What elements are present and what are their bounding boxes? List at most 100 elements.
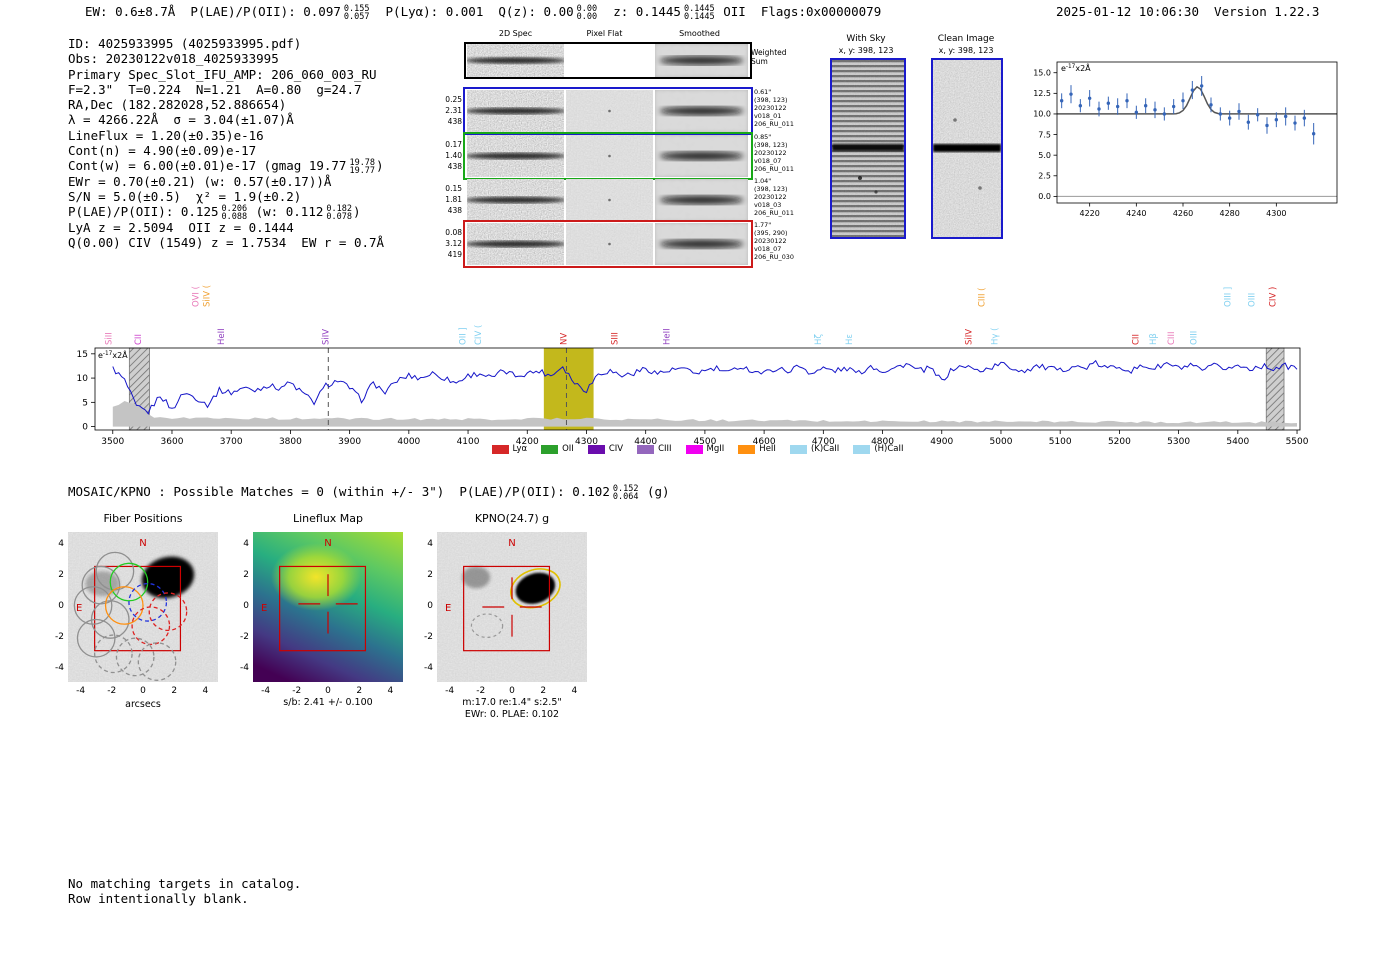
emission-line-label: CII — [1131, 334, 1141, 345]
emission-line-label: Hζ — [814, 334, 824, 345]
with-sky-image — [830, 58, 906, 239]
faint-source-blob — [85, 571, 120, 597]
header-stats: EW: 0.6±8.7Å P(LAE)/P(OII): 0.097 0.155 0.… — [85, 4, 881, 21]
text-segment: LineFlux = 1.20(±0.35)e-16 — [68, 127, 264, 143]
x-tick-label: -4 — [261, 686, 271, 696]
smoothed-2d-image — [655, 179, 748, 221]
text-segment: Cont(w) = 6.00(±0.01)e-17 (gmag 19.77 — [68, 158, 347, 174]
emission-line-label: SiIV — [321, 329, 331, 345]
text-segment: ID: 4025933995 (4025933995.pdf) — [68, 36, 302, 51]
legend-label: (H)CaII — [874, 444, 904, 454]
full-spectrum-plot: 3500 3600 3700 3800 3900 4000 4100 4200 4300 4400… — [77, 285, 1309, 447]
info-line: EWr = 0.70(±0.21) (w: 0.57(±0.17))Å — [68, 174, 384, 189]
y-tick-label: -2 — [55, 632, 64, 643]
info-line: F=2.3" T=0.224 N=1.21 A=0.80 g=24.7 — [68, 82, 384, 97]
cutout-strip — [566, 90, 653, 136]
y-tick-label: 2 — [243, 569, 249, 580]
fiber-positions-panel: NE — [68, 532, 218, 682]
emission-line-label: CIV ( — [474, 325, 484, 345]
lineflux-map-panel: NE — [253, 532, 403, 682]
x-tick-label: -2 — [107, 686, 117, 696]
compass-east-label: E — [445, 603, 451, 614]
info-line: λ = 4266.22Å σ = 3.04(±1.07)Å — [68, 112, 384, 127]
smoothed-2d-image — [655, 135, 748, 177]
emission-line-label: SiII — [105, 332, 115, 345]
info-line: Cont(w) = 6.00(±0.01)e-17 (gmag 19.77 19.… — [68, 158, 384, 177]
cutout-strip — [465, 44, 566, 81]
text-segment: Primary Spec_Slot_IFU_AMP: 206_060_003_R… — [68, 66, 377, 82]
text-segment: EW: 0.6±8.7Å P(LAE)/P(OII): 0.097 — [85, 4, 341, 19]
spectrum-legend: Lyα OII CIV CIII MgII HeII (K)CaII (H)CaII — [95, 444, 1300, 454]
legend-swatch — [491, 444, 509, 454]
info-line: ID: 4025933995 (4025933995.pdf) — [68, 36, 384, 51]
info-line: LineFlux = 1.20(±0.35)e-16 — [68, 128, 384, 143]
legend-swatch — [853, 444, 871, 454]
cutout-strip — [465, 90, 566, 136]
emission-line-label: OIII ] — [1224, 287, 1234, 307]
info-line: RA,Dec (182.282028,52.886654) — [68, 97, 384, 112]
legend-label: Lyα — [512, 444, 528, 454]
info-line: S/N = 5.0(±0.5) χ² = 1.9(±0.2) — [68, 189, 384, 204]
legend-swatch — [685, 444, 703, 454]
stacked-value: 0.152 0.064 — [612, 483, 639, 502]
legend-item: (H)CaII — [853, 444, 904, 454]
x-tick-label: -4 — [445, 686, 455, 696]
cutout-strip — [566, 135, 653, 181]
smoothed-2d-image — [655, 223, 748, 265]
legend-item: MgII — [685, 444, 725, 454]
weighted-sum-flat — [566, 44, 653, 77]
y-tick-label: 0 — [243, 601, 249, 611]
panel-xlabel: arcsecs — [125, 699, 161, 710]
emission-line-label: HeII — [217, 328, 227, 345]
panel-caption: m:17.0 re:1.4" s:2.5" — [462, 697, 562, 708]
compass-north-label: N — [139, 538, 146, 549]
text-segment: (w: 0.112 — [248, 204, 324, 220]
cutout-row-meta: 1.77" (395, 290) 20230122 v018_07 206_RU_030 — [754, 221, 794, 261]
col-header-smoothed: Smoothed — [679, 29, 720, 38]
text-segment: λ = 4266.22Å σ = 3.04(±1.07)Å — [68, 112, 294, 128]
cutout-strip — [655, 90, 748, 136]
x-tick-label: -2 — [476, 686, 486, 696]
info-line: Q(0.00) CIV (1549) z = 1.7534 EW r = 0.7… — [68, 235, 384, 250]
compass-east-label: E — [76, 603, 82, 614]
target-crosshair — [298, 574, 358, 634]
svg-text:0: 0 — [82, 423, 88, 433]
svg-text:4220: 4220 — [1079, 209, 1099, 218]
legend-label: MgII — [706, 444, 725, 454]
svg-text:15.0: 15.0 — [1033, 68, 1051, 77]
emission-line-label: SiIV — [964, 329, 974, 345]
svg-text:4260: 4260 — [1173, 209, 1193, 218]
legend-swatch — [541, 444, 559, 454]
col-header-2dspec: 2D Spec — [498, 29, 533, 38]
x-tick-label: 2 — [540, 686, 547, 696]
kpno-panel: NE — [437, 532, 587, 682]
text-segment: RA,Dec (182.282028,52.886654) — [68, 97, 287, 113]
pixel-flat-image — [566, 90, 653, 132]
panel-title: Fiber Positions — [103, 512, 183, 525]
cutout-strip — [655, 44, 748, 81]
compass-north-label: N — [508, 538, 515, 549]
legend-swatch — [637, 444, 655, 454]
spectrum-ticks: 3500 3600 3700 3800 3900 4000 4100 4200 4300 4400… — [77, 350, 1309, 447]
stacked-value: 19.78 19.77 — [349, 158, 376, 177]
legend-label: CIV — [608, 444, 624, 454]
emission-line-label: SiIV ( — [202, 285, 212, 307]
cutout-row-weights: 0.17 1.40 438 — [445, 140, 462, 171]
legend-item: HeII — [738, 444, 776, 454]
clean-image-title: Clean Image — [937, 34, 995, 44]
clean-image-coords: x, y: 398, 123 — [938, 46, 994, 55]
clean-image-noise — [933, 60, 1001, 237]
masked-region-hatch — [1265, 347, 1285, 431]
info-line: Cont(n) = 4.90(±0.09)e-17 — [68, 143, 384, 158]
y-tick-label: -4 — [240, 663, 249, 674]
text-segment: Q(0.00) CIV (1549) z = 1.7534 EW r = 0.7… — [68, 234, 385, 250]
emission-line-label: CIII ( — [977, 288, 987, 307]
text-segment: MOSAIC/KPNO : Possible Matches = 0 (with… — [68, 484, 610, 499]
emission-line-label: CIV ) — [1269, 287, 1279, 307]
axis-unit-label: e-17x2Å — [98, 349, 128, 360]
kpno-cutout-image — [437, 532, 587, 682]
x-tick-label: 4 — [387, 686, 394, 696]
line-fit-plot: 4220 4240 4260 4280 4300 0.0 2.5 5.0 7.5 10.0 12.5… — [1033, 61, 1338, 218]
x-tick-label: 2 — [356, 686, 363, 696]
cutout-strip — [655, 135, 748, 181]
